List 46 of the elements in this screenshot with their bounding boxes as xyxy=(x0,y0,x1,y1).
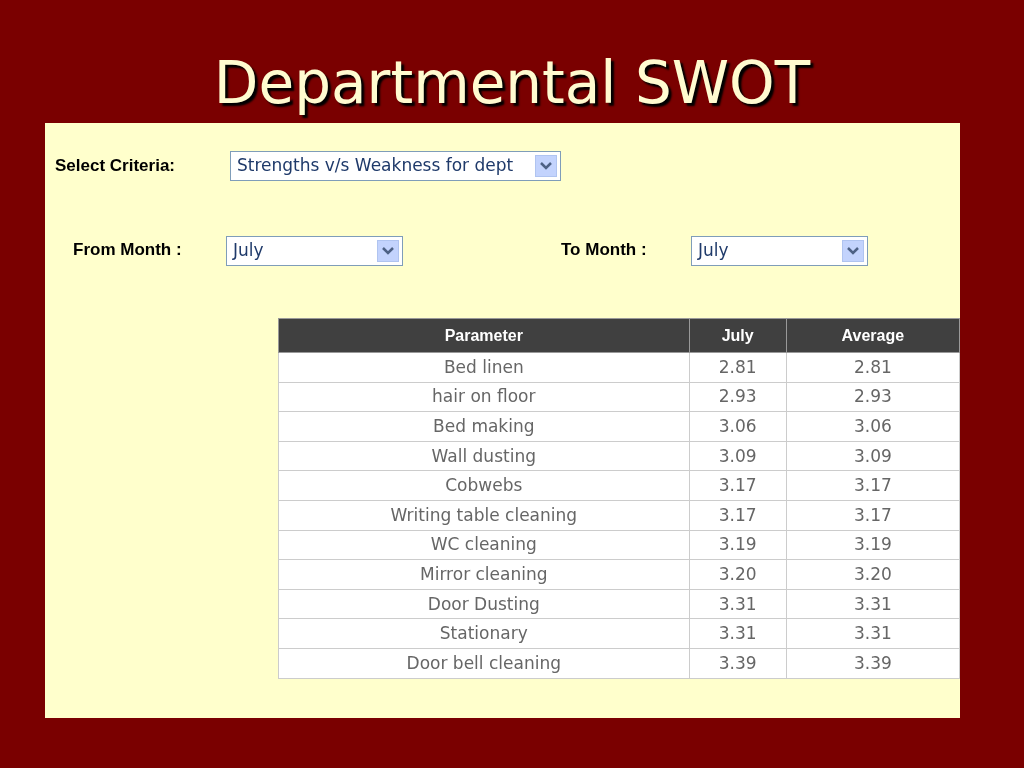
column-header: July xyxy=(689,318,787,353)
table-cell: 3.06 xyxy=(786,411,960,442)
table-cell: Stationary xyxy=(278,618,690,649)
table-cell: 3.31 xyxy=(786,618,960,649)
table-cell: Bed making xyxy=(278,411,690,442)
table-cell: hair on floor xyxy=(278,382,690,412)
column-header: Average xyxy=(786,318,960,353)
table-cell: 3.17 xyxy=(689,500,787,531)
table-cell: 3.19 xyxy=(786,530,960,560)
table-cell: 3.17 xyxy=(689,470,787,501)
table-cell: 3.20 xyxy=(689,559,787,590)
table-cell: 3.06 xyxy=(689,411,787,442)
table-cell: Wall dusting xyxy=(278,441,690,471)
dropdown-select[interactable]: July xyxy=(226,236,403,266)
table-cell: Mirror cleaning xyxy=(278,559,690,590)
column-header: Parameter xyxy=(278,318,690,353)
chevron-down-icon xyxy=(842,240,864,262)
table-cell: Bed linen xyxy=(278,352,690,383)
table-cell: 3.39 xyxy=(786,648,960,679)
table-cell: 3.17 xyxy=(786,470,960,501)
table-cell: 3.31 xyxy=(689,618,787,649)
table-cell: Door bell cleaning xyxy=(278,648,690,679)
to-month-label: To Month : xyxy=(561,239,648,261)
dropdown-select[interactable]: Strengths v/s Weakness for dept xyxy=(230,151,561,181)
table-cell: 3.31 xyxy=(786,589,960,619)
slide-title: Departmental SWOT xyxy=(213,48,811,119)
table-cell: Door Dusting xyxy=(278,589,690,619)
table-cell: WC cleaning xyxy=(278,530,690,560)
table-cell: 3.20 xyxy=(786,559,960,590)
table-cell: 3.17 xyxy=(786,500,960,531)
table-cell: 3.19 xyxy=(689,530,787,560)
chevron-down-icon xyxy=(535,155,557,177)
table-cell: 3.09 xyxy=(689,441,787,471)
criteria-label: Select Criteria: xyxy=(55,155,176,177)
table-cell: 2.93 xyxy=(689,382,787,412)
table-cell: 2.93 xyxy=(786,382,960,412)
table-cell: Cobwebs xyxy=(278,470,690,501)
table-cell: 2.81 xyxy=(786,352,960,383)
table-cell: 3.09 xyxy=(786,441,960,471)
dropdown-select[interactable]: July xyxy=(691,236,868,266)
table-cell: Writing table cleaning xyxy=(278,500,690,531)
from-month-label: From Month : xyxy=(73,239,183,261)
table-cell: 3.31 xyxy=(689,589,787,619)
chevron-down-icon xyxy=(377,240,399,262)
table-cell: 2.81 xyxy=(689,352,787,383)
table-cell: 3.39 xyxy=(689,648,787,679)
